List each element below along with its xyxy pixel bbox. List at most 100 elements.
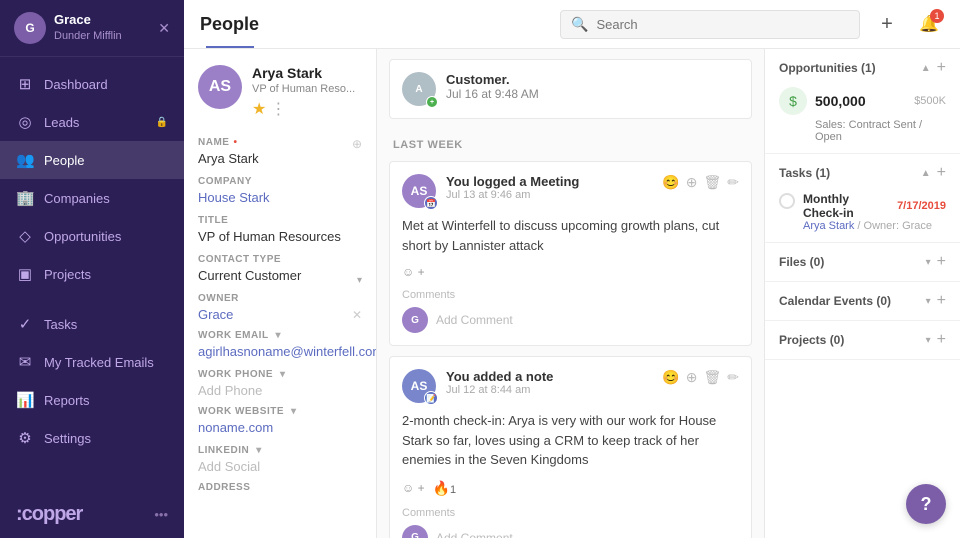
sidebar-item-settings[interactable]: ⚙ Settings: [0, 419, 184, 457]
add-project-button[interactable]: +: [937, 331, 946, 349]
add-reaction-button[interactable]: ☺ +: [402, 265, 425, 279]
more-actions-button[interactable]: ⋮: [270, 99, 286, 119]
projects-title: Projects (0): [779, 333, 844, 347]
chevron-up-icon[interactable]: ▲: [921, 63, 931, 74]
search-input[interactable]: [596, 17, 849, 32]
work-phone-placeholder[interactable]: Add Phone: [198, 383, 362, 398]
sidebar-item-label: Projects: [44, 267, 91, 282]
companies-icon: 🏢: [16, 189, 34, 207]
files-header[interactable]: Files (0) ▾ +: [779, 253, 946, 271]
opportunity-status: Sales: Contract Sent / Open: [779, 119, 946, 143]
tasks-header[interactable]: Tasks (1) ▲ +: [779, 164, 946, 182]
user-company: Dunder Mifflin: [54, 29, 122, 43]
attach-button[interactable]: ⊕: [686, 174, 698, 191]
sidebar-item-opportunities[interactable]: ◇ Opportunities: [0, 217, 184, 255]
edit-button[interactable]: ✏: [727, 174, 739, 191]
work-website-dropdown[interactable]: ▾: [291, 406, 297, 417]
calendar-chevron-icon[interactable]: ▾: [926, 296, 931, 307]
star-button[interactable]: ★: [252, 99, 266, 119]
sidebar-footer: :copper •••: [0, 491, 184, 538]
dashboard-icon: ⊞: [16, 75, 34, 93]
notifications-button[interactable]: 🔔 1: [914, 9, 944, 39]
activity-avatar-note: AS 📝: [402, 369, 436, 403]
people-icon: 👥: [16, 151, 34, 169]
task-owner-label: Owner:: [864, 220, 899, 232]
sidebar-item-dashboard[interactable]: ⊞ Dashboard: [0, 65, 184, 103]
contact-type-value: Current Customer: [198, 268, 301, 283]
tasks-chevron-icon[interactable]: ▲: [921, 168, 931, 179]
comment-input[interactable]: Add Comment: [436, 313, 513, 327]
fire-reaction[interactable]: 🔥1: [433, 480, 457, 497]
work-website-value: noname.com: [198, 420, 362, 435]
dropdown-icon[interactable]: ▾: [357, 275, 362, 286]
add-button[interactable]: +: [872, 9, 902, 39]
sidebar-item-tasks[interactable]: ✓ Tasks: [0, 305, 184, 343]
sidebar-item-companies[interactable]: 🏢 Companies: [0, 179, 184, 217]
work-email-value: agirlhasnoname@winterfell.com: [198, 344, 362, 359]
activity-title: You logged a Meeting: [446, 174, 652, 189]
sidebar-item-people[interactable]: 👥 People: [0, 141, 184, 179]
add-opportunity-button[interactable]: +: [937, 59, 946, 77]
sidebar-item-tracked-emails[interactable]: ✉ My Tracked Emails: [0, 343, 184, 381]
files-chevron-icon[interactable]: ▾: [926, 257, 931, 268]
task-complete-circle[interactable]: [779, 193, 795, 209]
settings-icon: ⚙: [16, 429, 34, 447]
delete-button-note[interactable]: 🗑: [703, 369, 721, 386]
opportunities-header[interactable]: Opportunities (1) ▲ +: [779, 59, 946, 77]
activity-meta: You logged a Meeting Jul 13 at 9:46 am: [446, 174, 652, 201]
sidebar-item-reports[interactable]: 📊 Reports: [0, 381, 184, 419]
opportunity-target: $500K: [914, 95, 946, 107]
projects-chevron-icon[interactable]: ▾: [926, 335, 931, 346]
note-comment-input[interactable]: Add Comment: [436, 531, 513, 538]
note-actions: 😊 ⊕ 🗑 ✏: [662, 369, 739, 386]
name-field-value: Arya Stark: [198, 151, 362, 166]
delete-button[interactable]: 🗑: [703, 174, 721, 191]
sidebar-item-label: People: [44, 153, 84, 168]
emoji-button-note[interactable]: 😊: [662, 369, 679, 386]
task-owner-link[interactable]: Arya Stark: [803, 220, 854, 232]
name-field-label: Name •: [198, 137, 237, 148]
topbar: People 🔍 + 🔔 1: [184, 0, 960, 49]
edit-button-note[interactable]: ✏: [727, 369, 739, 386]
calendar-header[interactable]: Calendar Events (0) ▾ +: [779, 292, 946, 310]
close-icon[interactable]: ✕: [158, 20, 170, 37]
linkedin-placeholder[interactable]: Add Social: [198, 459, 362, 474]
more-options-icon[interactable]: •••: [154, 507, 168, 522]
projects-header[interactable]: Projects (0) ▾ +: [779, 331, 946, 349]
activity-avatar: AS 📅: [402, 174, 436, 208]
add-file-button[interactable]: +: [937, 253, 946, 271]
tracked-emails-icon: ✉: [16, 353, 34, 371]
note-type-badge: 📝: [424, 391, 438, 405]
top-card-text: Customer. Jul 16 at 9:48 AM: [446, 72, 539, 101]
contact-actions: ★ ⋮: [252, 99, 362, 119]
sidebar-item-projects[interactable]: ▣ Projects: [0, 255, 184, 293]
add-event-button[interactable]: +: [937, 292, 946, 310]
sidebar-item-label: Opportunities: [44, 229, 121, 244]
user-profile[interactable]: G Grace Dunder Mifflin: [14, 12, 122, 44]
user-name: Grace: [54, 12, 122, 29]
user-info: Grace Dunder Mifflin: [54, 12, 122, 43]
reactions-row: ☺ +: [402, 265, 739, 279]
task-assignee: Grace: [902, 220, 932, 232]
activity-actions: 😊 ⊕ 🗑 ✏: [662, 174, 739, 191]
add-reaction-btn-note[interactable]: ☺ +: [402, 481, 425, 495]
opportunities-title: Opportunities (1): [779, 61, 876, 75]
search-box[interactable]: 🔍: [560, 10, 860, 39]
attach-button-note[interactable]: ⊕: [686, 369, 698, 386]
work-website-label: Work Website ▾: [198, 406, 362, 417]
work-email-dropdown[interactable]: ▾: [276, 330, 282, 341]
linkedin-dropdown[interactable]: ▾: [256, 445, 262, 456]
note-time: Jul 12 at 8:44 am: [446, 384, 652, 396]
add-task-button[interactable]: +: [937, 164, 946, 182]
help-button[interactable]: ?: [906, 484, 946, 524]
company-field-value[interactable]: House Stark: [198, 190, 362, 205]
work-phone-dropdown[interactable]: ▾: [280, 369, 286, 380]
sidebar-item-label: Companies: [44, 191, 110, 206]
copy-icon[interactable]: ⊕: [352, 137, 362, 151]
owner-value: Grace: [198, 307, 233, 322]
sidebar-item-leads[interactable]: ◎ Leads 🔒: [0, 103, 184, 141]
notification-badge: 1: [930, 9, 944, 23]
clear-owner-button[interactable]: ✕: [352, 308, 362, 322]
emoji-button[interactable]: 😊: [662, 174, 679, 191]
note-commenter-avatar: G: [402, 525, 428, 538]
